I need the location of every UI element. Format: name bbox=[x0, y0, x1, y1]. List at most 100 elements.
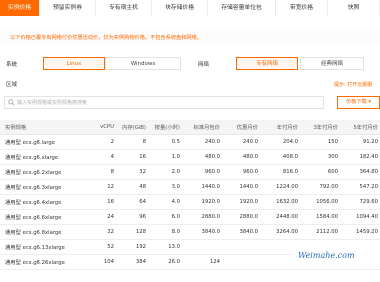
value-cell: 1094.40 bbox=[340, 209, 380, 225]
value-cell: 24 bbox=[86, 209, 116, 225]
value-cell: 48 bbox=[116, 179, 148, 195]
value-cell: 600 bbox=[300, 164, 340, 180]
value-cell: 792.00 bbox=[300, 179, 340, 195]
spec-search[interactable] bbox=[4, 96, 324, 109]
table-row[interactable]: 通用型 ecs.g6.8xlarge 32 128 8.0 3840.0 3840.0 32… bbox=[0, 224, 380, 240]
table-row[interactable]: 通用型 ecs.g6.xlarge 4 16 1.0 480.0 480.0 408.0 30… bbox=[0, 149, 380, 165]
col-hourly[interactable]: 按量(小时) bbox=[148, 120, 182, 135]
value-cell bbox=[222, 254, 260, 270]
value-cell: 2112.00 bbox=[300, 224, 340, 240]
value-cell: 8.0 bbox=[148, 224, 182, 240]
value-cell: 13.0 bbox=[148, 239, 182, 255]
spec-cell: 通用型 ecs.g6.26xlarge bbox=[0, 254, 86, 270]
value-cell: 2880.0 bbox=[222, 209, 260, 225]
col-vcpu[interactable]: vCPU bbox=[86, 120, 116, 135]
value-cell: 104 bbox=[86, 254, 116, 270]
table-row[interactable]: 通用型 ecs.g6.2xlarge 8 32 2.0 960.0 960.0 816.0 6… bbox=[0, 164, 380, 180]
spec-cell: 通用型 ecs.g6.2xlarge bbox=[0, 164, 86, 180]
value-cell: 1440.0 bbox=[222, 179, 260, 195]
tab-storage-capacity[interactable]: 存储容量单位包 bbox=[208, 0, 276, 16]
value-cell: 3840.0 bbox=[182, 224, 222, 240]
table-header-row: 实例规格 vCPU 内存(GiB) 按量(小时) 标准月包价 优惠月价 年付月价… bbox=[0, 120, 380, 135]
value-cell: 1224.00 bbox=[260, 179, 300, 195]
value-cell: 91.20 bbox=[340, 134, 380, 150]
system-option-windows[interactable]: Windows bbox=[105, 57, 181, 70]
value-cell: 4.0 bbox=[148, 194, 182, 210]
network-option-classic[interactable]: 经典网络 bbox=[300, 57, 364, 70]
value-cell: 1920.0 bbox=[182, 194, 222, 210]
table-row[interactable]: 通用型 ecs.g6.6xlarge 24 96 6.0 2880.0 2880.0 244… bbox=[0, 209, 380, 225]
network-label: 网络 bbox=[198, 62, 210, 68]
value-cell: 240.0 bbox=[222, 134, 260, 150]
value-cell: 26.0 bbox=[148, 254, 182, 270]
spec-cell: 通用型 ecs.g6.13xlarge bbox=[0, 239, 86, 255]
value-cell: 12 bbox=[86, 179, 116, 195]
value-cell: 384 bbox=[116, 254, 148, 270]
network-option-vpc[interactable]: 专有网络 bbox=[236, 57, 298, 70]
col-memory[interactable]: 内存(GiB) bbox=[116, 120, 148, 135]
value-cell: 16 bbox=[116, 149, 148, 165]
value-cell: 480.0 bbox=[222, 149, 260, 165]
value-cell: 8 bbox=[86, 164, 116, 180]
spec-cell: 通用型 ecs.g6.xlarge bbox=[0, 149, 86, 165]
value-cell: 960.0 bbox=[222, 164, 260, 180]
value-cell: 182.40 bbox=[340, 149, 380, 165]
col-3year-month[interactable]: 3年付月价 bbox=[300, 120, 340, 135]
tab-instance-price[interactable]: 实例价格 bbox=[0, 0, 40, 16]
value-cell: 32 bbox=[116, 164, 148, 180]
value-cell: 729.60 bbox=[340, 194, 380, 210]
value-cell: 1632.00 bbox=[260, 194, 300, 210]
spec-cell: 通用型 ecs.g6.8xlarge bbox=[0, 224, 86, 240]
value-cell: 3840.0 bbox=[222, 224, 260, 240]
value-cell: 52 bbox=[86, 239, 116, 255]
value-cell: 240.0 bbox=[182, 134, 222, 150]
value-cell: 192 bbox=[116, 239, 148, 255]
region-label: 区域 bbox=[6, 82, 18, 88]
value-cell: 124 bbox=[182, 254, 222, 270]
value-cell: 3.0 bbox=[148, 179, 182, 195]
watermark: Weimahe.com bbox=[292, 247, 380, 265]
value-cell: 547.20 bbox=[340, 179, 380, 195]
value-cell: 1459.20 bbox=[340, 224, 380, 240]
col-standard-month[interactable]: 标准月包价 bbox=[182, 120, 222, 135]
value-cell: 1920.0 bbox=[222, 194, 260, 210]
value-cell: 3264.00 bbox=[260, 224, 300, 240]
tab-dedicated-host[interactable]: 专有宿主机 bbox=[96, 0, 152, 16]
col-5year-month[interactable]: 5年付月价 bbox=[340, 120, 380, 135]
value-cell: 364.80 bbox=[340, 164, 380, 180]
table-row[interactable]: 通用型 ecs.g6.large 2 8 0.5 240.0 240.0 204.0 150 9… bbox=[0, 134, 380, 150]
search-icon bbox=[8, 99, 15, 106]
value-cell: 1440.0 bbox=[182, 179, 222, 195]
value-cell: 2880.0 bbox=[182, 209, 222, 225]
value-cell: 8 bbox=[116, 134, 148, 150]
value-cell: 1584.00 bbox=[300, 209, 340, 225]
tab-snapshot[interactable]: 快照 bbox=[328, 0, 380, 16]
value-cell: 2.0 bbox=[148, 164, 182, 180]
value-cell bbox=[222, 239, 260, 255]
system-option-linux[interactable]: Linux bbox=[43, 57, 105, 70]
value-cell: 16 bbox=[86, 194, 116, 210]
value-cell bbox=[182, 239, 222, 255]
value-cell: 6.0 bbox=[148, 209, 182, 225]
value-cell: 960.0 bbox=[182, 164, 222, 180]
spec-cell: 通用型 ecs.g6.3xlarge bbox=[0, 179, 86, 195]
value-cell: 816.0 bbox=[260, 164, 300, 180]
value-cell: 2 bbox=[86, 134, 116, 150]
value-cell: 150 bbox=[300, 134, 340, 150]
table-row[interactable]: 通用型 ecs.g6.3xlarge 12 48 3.0 1440.0 1440.0 122… bbox=[0, 179, 380, 195]
price-download-button[interactable]: 价格下载 ▾ bbox=[337, 96, 380, 109]
help-link[interactable]: 提示: 打开云服服 bbox=[334, 81, 372, 88]
col-discount-month[interactable]: 优惠月价 bbox=[222, 120, 260, 135]
tab-block-storage[interactable]: 块存储价格 bbox=[152, 0, 208, 16]
spec-cell: 通用型 ecs.g6.4xlarge bbox=[0, 194, 86, 210]
value-cell: 128 bbox=[116, 224, 148, 240]
value-cell: 4 bbox=[86, 149, 116, 165]
col-spec[interactable]: 实例规格 bbox=[0, 120, 86, 135]
search-input[interactable] bbox=[17, 98, 317, 107]
value-cell: 204.0 bbox=[260, 134, 300, 150]
table-row[interactable]: 通用型 ecs.g6.4xlarge 16 64 4.0 1920.0 1920.0 163… bbox=[0, 194, 380, 210]
tab-reserved-instance[interactable]: 预留实例券 bbox=[40, 0, 96, 16]
value-cell: 0.5 bbox=[148, 134, 182, 150]
tab-bandwidth[interactable]: 带宽价格 bbox=[276, 0, 328, 16]
col-yearly-month[interactable]: 年付月价 bbox=[260, 120, 300, 135]
